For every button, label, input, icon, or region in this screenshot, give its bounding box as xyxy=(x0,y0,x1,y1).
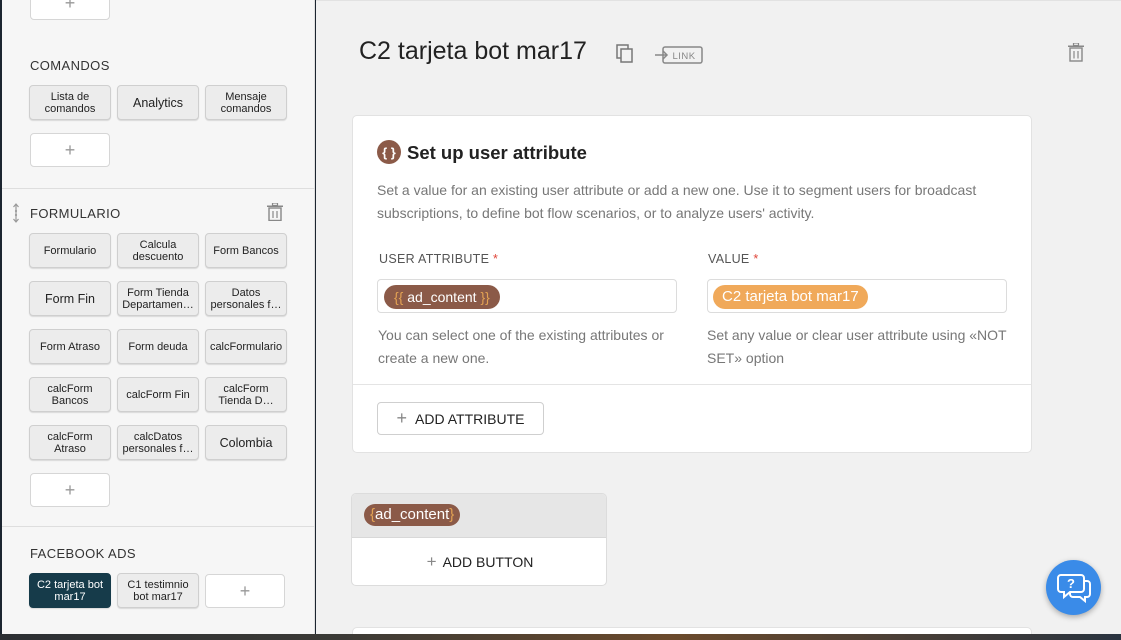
block-button[interactable]: Form deuda xyxy=(117,329,199,364)
svg-text:?: ? xyxy=(1067,576,1075,591)
text-card-content[interactable]: {ad_content} xyxy=(352,494,606,538)
plus-icon: + xyxy=(64,479,76,500)
attribute-chip[interactable]: {{ ad_content }} xyxy=(384,285,500,309)
block-button[interactable]: calcFormulario xyxy=(205,329,287,364)
link-icon: LINK xyxy=(655,46,703,64)
group-divider xyxy=(2,526,315,527)
help-chat-icon: ? xyxy=(1056,573,1091,603)
plus-icon: + xyxy=(239,580,251,601)
block-button[interactable]: Form Fin xyxy=(29,281,111,316)
add-button-button[interactable]: + ADD BUTTON xyxy=(352,538,606,585)
add-button-label: ADD BUTTON xyxy=(442,554,534,570)
page-title[interactable]: C2 tarjeta bot mar17 xyxy=(359,37,587,66)
group-title-comandos: COMANDOS xyxy=(30,58,110,73)
desktop-background xyxy=(0,634,1121,640)
text-attribute-chip[interactable]: {ad_content} xyxy=(364,504,461,526)
user-attribute-label: USER ATTRIBUTE * xyxy=(379,252,499,266)
plus-icon: + xyxy=(64,0,76,13)
group-title-formulario: FORMULARIO xyxy=(30,206,121,221)
link-button[interactable]: LINK xyxy=(655,46,703,64)
block-button[interactable]: Form Tienda Departamen… xyxy=(117,281,199,316)
block-button[interactable]: Lista de comandos xyxy=(29,85,111,120)
plus-icon: + xyxy=(426,552,437,571)
add-block-button[interactable]: + xyxy=(30,0,110,20)
group-title-facebook-ads: FACEBOOK ADS xyxy=(30,546,136,561)
block-button[interactable]: Formulario xyxy=(29,233,111,268)
trash-icon[interactable] xyxy=(267,203,283,221)
attribute-icon: { } xyxy=(377,140,401,164)
user-attribute-card: { } Set up user attribute Set a value fo… xyxy=(352,115,1032,453)
user-attribute-input[interactable]: {{ ad_content }} xyxy=(377,279,677,313)
add-attribute-label: ADD ATTRIBUTE xyxy=(415,410,525,427)
value-label: VALUE * xyxy=(708,252,759,266)
add-block-button[interactable]: + xyxy=(30,473,110,507)
card-divider xyxy=(353,384,1031,385)
drag-handle-icon[interactable] xyxy=(12,202,20,224)
value-chip[interactable]: C2 tarjeta bot mar17 xyxy=(713,285,868,309)
block-button[interactable]: C1 testimnio bot mar17 xyxy=(117,573,199,608)
block-button[interactable]: calcForm Atraso xyxy=(29,425,111,460)
add-block-button[interactable]: + xyxy=(30,133,110,167)
card-description: Set a value for an existing user attribu… xyxy=(377,182,977,221)
block-button[interactable]: Analytics xyxy=(117,85,199,120)
block-button[interactable]: Form Atraso xyxy=(29,329,111,364)
value-hint: Set any value or clear user attribute us… xyxy=(707,327,1007,366)
block-button[interactable]: calcForm Fin xyxy=(117,377,199,412)
block-button[interactable]: calcForm Tienda D… xyxy=(205,377,287,412)
delete-block-icon[interactable] xyxy=(1068,43,1084,62)
help-chat-button[interactable]: ? xyxy=(1046,560,1101,615)
block-button[interactable]: calcForm Bancos xyxy=(29,377,111,412)
block-button[interactable]: calcDatos personales f… xyxy=(117,425,199,460)
text-card: {ad_content} + ADD BUTTON xyxy=(351,493,607,586)
block-button[interactable]: Colombia xyxy=(205,425,287,460)
plus-icon: + xyxy=(396,408,408,428)
plus-icon: + xyxy=(64,139,76,160)
sidebar: + COMANDOS Lista de comandos Analytics M… xyxy=(2,0,315,634)
block-button[interactable]: Datos personales f… xyxy=(205,281,287,316)
block-editor: C2 tarjeta bot mar17 LINK { } Set up use… xyxy=(316,0,1121,640)
card-title: Set up user attribute xyxy=(407,142,587,163)
group-divider xyxy=(2,188,315,189)
block-button[interactable]: Calcula descuento xyxy=(117,233,199,268)
copy-icon[interactable] xyxy=(616,44,634,64)
block-button[interactable]: Mensaje comandos xyxy=(205,85,287,120)
add-attribute-button[interactable]: + ADD ATTRIBUTE xyxy=(377,402,544,435)
attribute-hint: You can select one of the existing attri… xyxy=(378,327,664,366)
add-block-button[interactable]: + xyxy=(205,574,285,608)
value-input[interactable]: C2 tarjeta bot mar17 xyxy=(707,279,1007,313)
link-label: LINK xyxy=(672,51,695,62)
block-button-active[interactable]: C2 tarjeta bot mar17 xyxy=(29,573,111,608)
block-button[interactable]: Form Bancos xyxy=(205,233,287,268)
